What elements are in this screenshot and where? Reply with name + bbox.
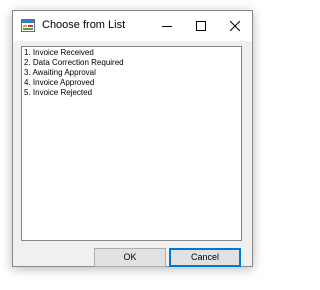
- form-app-icon: [21, 19, 35, 32]
- title-bar[interactable]: Choose from List: [13, 11, 252, 41]
- choose-from-list-dialog: Choose from List 1. Invoice Received 2. …: [12, 10, 253, 267]
- maximize-button[interactable]: [184, 11, 218, 41]
- cancel-button[interactable]: Cancel: [169, 248, 241, 267]
- close-button[interactable]: [218, 11, 252, 41]
- list-item-data-correction-required[interactable]: 2. Data Correction Required: [24, 58, 241, 68]
- list-item-invoice-received[interactable]: 1. Invoice Received: [24, 48, 241, 58]
- list-item-invoice-rejected[interactable]: 5. Invoice Rejected: [24, 88, 241, 98]
- minimize-button[interactable]: [150, 11, 184, 41]
- list-item-awaiting-approval[interactable]: 3. Awaiting Approval: [24, 68, 241, 78]
- maximize-icon: [196, 21, 206, 31]
- window-title: Choose from List: [42, 19, 126, 31]
- list-item-invoice-approved[interactable]: 4. Invoice Approved: [24, 78, 241, 88]
- close-icon: [230, 21, 240, 31]
- minimize-icon: [162, 26, 172, 27]
- choice-listbox[interactable]: 1. Invoice Received 2. Data Correction R…: [21, 46, 242, 241]
- ok-button[interactable]: OK: [94, 248, 166, 267]
